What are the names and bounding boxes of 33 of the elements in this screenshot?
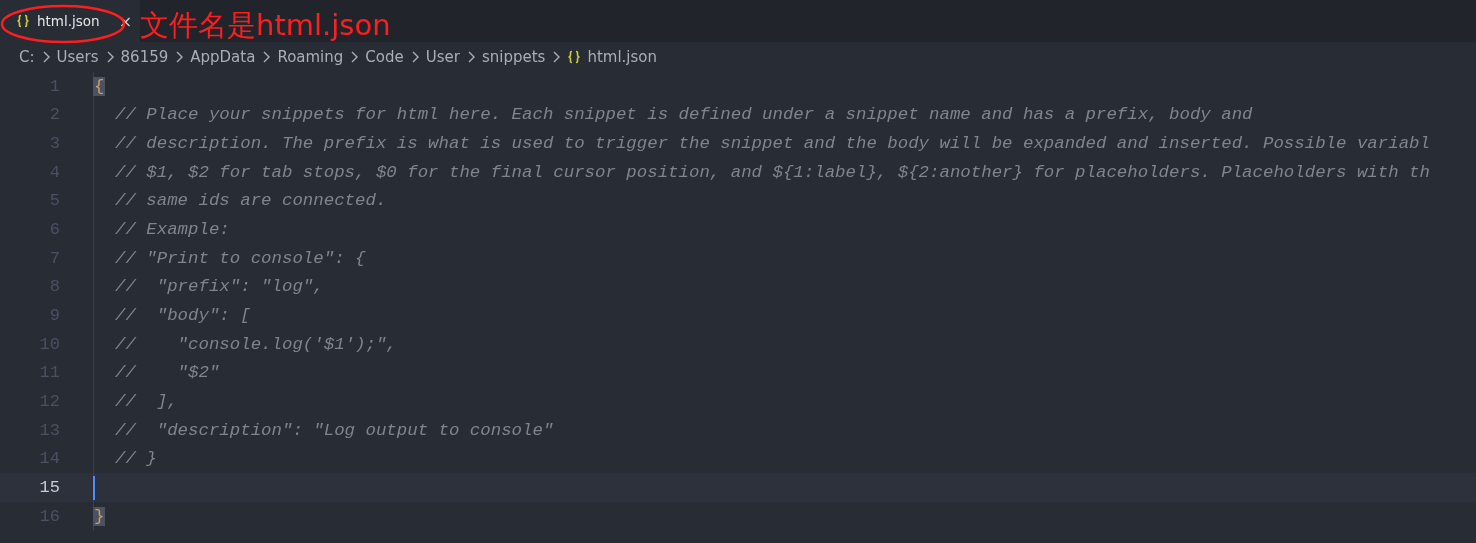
- code-brace: {: [93, 76, 106, 96]
- annotation-text: 文件名是html.json: [140, 7, 391, 44]
- code-comment: // }: [114, 449, 157, 469]
- breadcrumb-item[interactable]: User: [425, 48, 460, 66]
- json-file-icon: [567, 50, 582, 64]
- code-comment: // same ids are connected.: [114, 191, 387, 211]
- code-comment: // "description": "Log output to console": [114, 420, 554, 440]
- code-comment: // "Print to console": {: [114, 248, 366, 268]
- chevron-icon: [174, 51, 185, 63]
- breadcrumb-item[interactable]: Code: [365, 48, 404, 66]
- breadcrumb-item[interactable]: 86159: [120, 48, 169, 66]
- code-comment: // "prefix": "log",: [114, 277, 324, 297]
- code-comment: // Example:: [114, 220, 230, 240]
- code-comment: // Place your snippets for html here. Each snippet is defined under a snippet name and has a prefix, body and: [114, 105, 1253, 125]
- code-comment: // $1, $2 for tab stops, $0 for the final cursor position, and ${1:label}, ${2:another} for placeholders. Placeholders with th: [114, 162, 1430, 182]
- code-comment: // "$2": [114, 363, 220, 383]
- text-cursor: [93, 475, 95, 500]
- code-comment: // description. The prefix is what is used to trigger the snippet and the body will be expanded and inserted. Possible variabl: [114, 134, 1430, 154]
- breadcrumb-item[interactable]: C:: [19, 48, 35, 66]
- code-comment: // "console.log('$1');",: [114, 334, 397, 354]
- breadcrumb-item[interactable]: Roaming: [277, 48, 344, 66]
- chevron-icon: [551, 51, 562, 63]
- code-comment: // ],: [114, 392, 178, 412]
- breadcrumb-item[interactable]: AppData: [190, 48, 256, 66]
- breadcrumb-item[interactable]: snippets: [481, 48, 546, 66]
- chevron-icon: [349, 51, 360, 63]
- breadcrumb-item[interactable]: Users: [56, 48, 99, 66]
- code-comment: // "body": [: [114, 306, 251, 326]
- chevron-icon: [261, 51, 272, 63]
- json-file-icon: [16, 14, 30, 28]
- line-number: 15: [38, 478, 60, 497]
- code-brace: }: [93, 506, 106, 526]
- breadcrumb-item[interactable]: html.json: [587, 48, 657, 66]
